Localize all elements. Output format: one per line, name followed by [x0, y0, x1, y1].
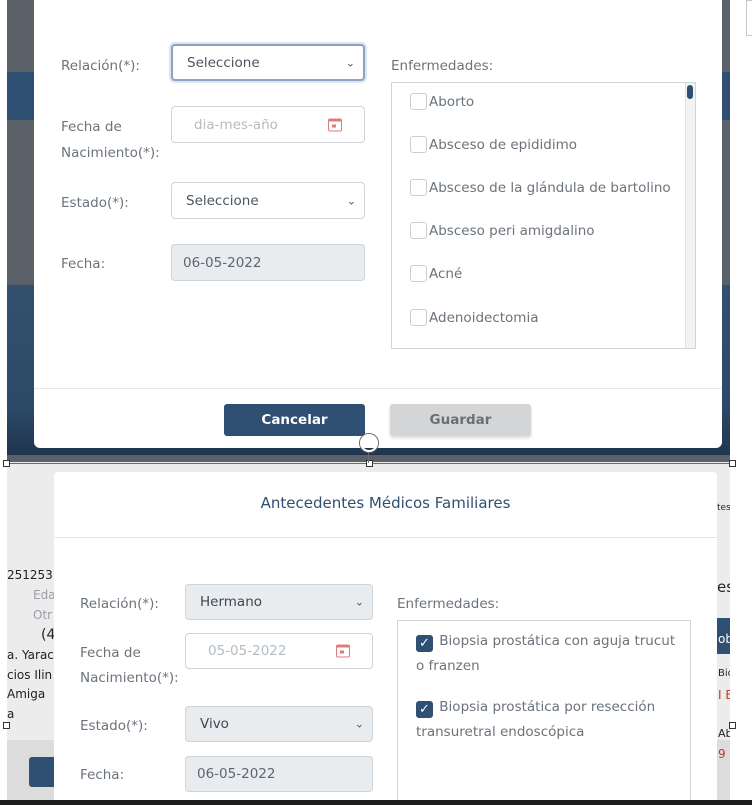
- enfermedad-item[interactable]: Absceso peri amigdalino: [410, 222, 595, 239]
- checkbox-checked-icon[interactable]: ✓: [416, 635, 433, 652]
- enfermedad-label: Absceso peri amigdalino: [429, 222, 595, 239]
- fecha-input: 06-05-2022: [171, 244, 365, 281]
- relacion-select[interactable]: Seleccione ⌄: [171, 44, 365, 81]
- bg-text-yarac: a. Yarac: [7, 648, 54, 662]
- resize-handle[interactable]: [3, 460, 10, 467]
- bg-text-obl: obl: [718, 632, 730, 646]
- modal-header-divider: [54, 537, 717, 538]
- fecha-nacimiento-input[interactable]: dia-mes-año: [171, 106, 365, 143]
- estado-select[interactable]: Vivo ⌄: [185, 706, 373, 742]
- enfermedad-label: Absceso de la glándula de bartolino: [429, 179, 671, 196]
- calendar-icon[interactable]: [336, 644, 350, 658]
- fecha-label: Fecha:: [61, 256, 106, 272]
- enfermedad-item[interactable]: Adenoidectomia: [410, 309, 538, 326]
- chevron-down-icon: ⌄: [346, 194, 356, 207]
- modal-footer-divider: [34, 388, 722, 389]
- checkbox[interactable]: [410, 179, 427, 196]
- modal-antecedentes-filled: Antecedentes Médicos Familiares Relación…: [54, 472, 717, 805]
- fecha-value: 06-05-2022: [197, 766, 276, 782]
- bg-text-otr: Otr: [33, 608, 53, 622]
- enfermedad-label: Adenoidectomia: [429, 309, 539, 326]
- modal-antecedentes-empty: Relación(*): Seleccione ⌄ Fecha de Nacim…: [34, 0, 722, 448]
- fecha-nacimiento-input[interactable]: 05-05-2022: [185, 633, 373, 669]
- rotate-stem: [368, 452, 369, 463]
- estado-select-value: Vivo: [200, 716, 229, 732]
- enfermedad-item[interactable]: Aborto: [410, 93, 474, 110]
- fecha-label: Fecha:: [80, 767, 125, 783]
- estado-label: Estado(*):: [80, 718, 148, 734]
- enfermedad-item[interactable]: Absceso de la glándula de bartolino: [410, 179, 671, 196]
- bg-text-edad: Eda: [33, 588, 56, 602]
- checkbox[interactable]: [410, 265, 427, 282]
- bg-text-a: a: [7, 707, 15, 721]
- checkbox[interactable]: [410, 136, 427, 153]
- cancel-button[interactable]: Cancelar: [224, 404, 365, 436]
- fecha-nacimiento-placeholder: dia-mes-año: [194, 116, 278, 133]
- fecha-value: 06-05-2022: [183, 254, 262, 271]
- relacion-select[interactable]: Hermano ⌄: [185, 584, 373, 620]
- checkbox[interactable]: [410, 93, 427, 110]
- chevron-down-icon: ⌄: [345, 56, 355, 69]
- enfermedad-label: Aborto: [429, 93, 475, 110]
- enfermedades-list[interactable]: Aborto Absceso de epididimo Absceso de l…: [391, 82, 696, 349]
- scrollbar-thumb[interactable]: [687, 85, 693, 99]
- resize-handle[interactable]: [729, 460, 736, 467]
- page-bottom-bar: [0, 800, 752, 805]
- scrollbar[interactable]: [685, 83, 695, 348]
- fecha-nacimiento-label-line2: Nacimiento(*):: [80, 670, 179, 686]
- bg-text-tes: tes: [717, 503, 730, 513]
- fecha-nacimiento-label-line1: Fecha de: [61, 119, 122, 135]
- estado-label: Estado(*):: [61, 195, 129, 211]
- rotate-icon[interactable]: [360, 434, 378, 452]
- enfermedad-label: Acné: [429, 265, 463, 282]
- fecha-nacimiento-label-line2: Nacimiento(*):: [61, 145, 160, 161]
- estado-select[interactable]: Seleccione ⌄: [171, 182, 365, 219]
- chevron-down-icon: ⌄: [354, 717, 364, 731]
- checkbox[interactable]: [410, 309, 427, 326]
- bg-text-es: es: [717, 578, 730, 596]
- chevron-down-icon: ⌄: [354, 595, 364, 609]
- calendar-icon[interactable]: [328, 118, 342, 131]
- bg-text-ier: I Er: [718, 688, 730, 702]
- estado-select-value: Seleccione: [186, 192, 259, 209]
- relacion-select-value: Seleccione: [187, 54, 260, 71]
- save-button[interactable]: Guardar: [390, 404, 531, 436]
- bg-text-cios: cios Ilin: [7, 668, 53, 682]
- fecha-input: 06-05-2022: [185, 756, 373, 792]
- page-corner-box: [746, 0, 752, 36]
- enfermedad-item[interactable]: ✓ Biopsia prostática por resección trans…: [416, 695, 686, 745]
- enfermedad-item[interactable]: Acné: [410, 265, 462, 282]
- fecha-nacimiento-label-line1: Fecha de: [80, 645, 141, 661]
- fecha-nacimiento-value: 05-05-2022: [208, 643, 287, 659]
- enfermedades-list[interactable]: ✓ Biopsia prostática con aguja trucut o …: [397, 620, 691, 805]
- enfermedad-item[interactable]: Absceso de epididimo: [410, 136, 577, 153]
- resize-handle[interactable]: [3, 722, 10, 729]
- bg-text-id: 251253: [7, 568, 53, 582]
- enfermedad-label: Biopsia prostática con aguja trucut o fr…: [416, 633, 676, 674]
- enfermedad-label: Absceso de epididimo: [429, 136, 577, 153]
- enfermedad-item[interactable]: ✓ Biopsia prostática con aguja trucut o …: [416, 629, 686, 679]
- checkbox-checked-icon[interactable]: ✓: [416, 701, 433, 718]
- enfermedades-label: Enfermedades:: [391, 58, 494, 74]
- bg-text-biop: Biop: [718, 668, 730, 679]
- resize-handle[interactable]: [729, 722, 736, 729]
- enfermedades-label: Enfermedades:: [397, 596, 500, 612]
- relacion-select-value: Hermano: [200, 594, 263, 610]
- bg-text-9e: 9 E: [718, 747, 730, 761]
- relacion-label: Relación(*):: [61, 58, 140, 74]
- modal-title: Antecedentes Médicos Familiares: [260, 494, 511, 512]
- checkbox[interactable]: [410, 222, 427, 239]
- enfermedad-label: Biopsia prostática por resección transur…: [416, 699, 656, 740]
- relacion-label: Relación(*):: [80, 596, 159, 612]
- bg-text-amiga: Amiga: [7, 687, 46, 701]
